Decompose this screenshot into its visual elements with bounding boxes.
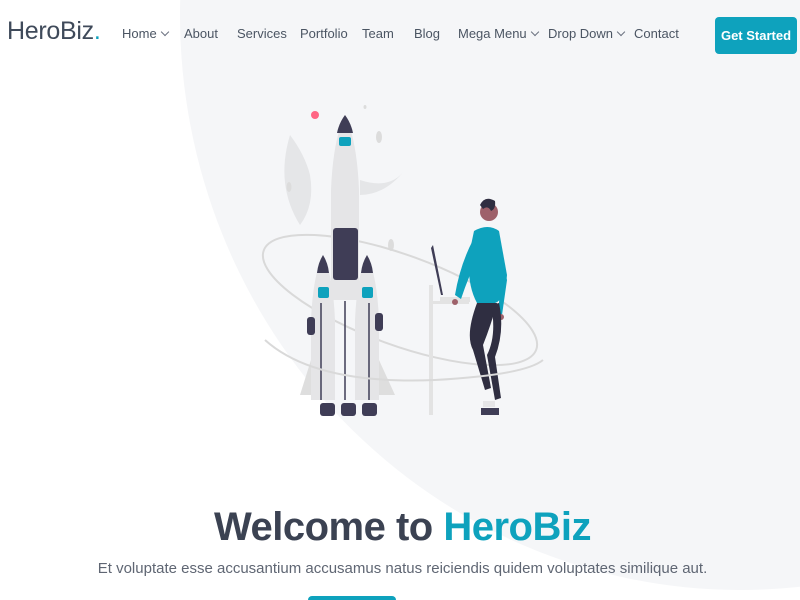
logo-text: HeroBiz <box>7 17 94 45</box>
hero-title-prefix: Welcome to <box>213 504 444 549</box>
chevron-down-icon <box>530 27 539 37</box>
rocket-window <box>339 137 351 146</box>
nav-item-portfolio[interactable]: Portfolio <box>300 26 348 41</box>
site-header: HeroBiz. Home About Services Portfolio T… <box>0 0 800 70</box>
hero-title-accent: HeroBiz <box>443 504 591 549</box>
nav-item-mega-menu[interactable]: Mega Menu <box>458 26 539 41</box>
nav-item-services[interactable]: Services <box>237 26 287 41</box>
nav-item-home[interactable]: Home <box>122 26 169 41</box>
hero-subtitle: Et voluptate esse accusantium accusamus … <box>97 560 708 577</box>
chevron-down-icon <box>616 27 626 37</box>
nav-label: About <box>184 26 218 41</box>
nav-label: Drop Down <box>548 26 614 41</box>
nav-label: Team <box>362 26 394 41</box>
hero-title: Welcome to HeroBiz <box>0 505 800 550</box>
nav-label: Home <box>122 26 157 41</box>
nav-item-contact[interactable]: Contact <box>634 26 679 41</box>
logo[interactable]: HeroBiz. <box>7 17 101 46</box>
logo-dot: . <box>93 17 101 45</box>
nav-label: Portfolio <box>300 26 348 41</box>
nav-label: Contact <box>634 26 679 41</box>
chevron-down-icon <box>160 27 169 37</box>
page: HeroBiz. Home About Services Portfolio T… <box>0 0 800 600</box>
get-started-button[interactable]: Get Started <box>715 17 797 54</box>
hero-illustration <box>261 105 544 416</box>
hero-cta-button[interactable] <box>308 596 396 600</box>
nav-item-team[interactable]: Team <box>362 26 394 41</box>
nav-item-about[interactable]: About <box>184 26 218 41</box>
nav-item-drop-down[interactable]: Drop Down <box>548 26 626 41</box>
particle-dot <box>311 111 319 119</box>
nav-label: Blog <box>414 26 441 41</box>
nav-label: Services <box>237 26 287 41</box>
nav-label: Mega Menu <box>458 26 527 41</box>
nav-item-blog[interactable]: Blog <box>414 26 440 41</box>
